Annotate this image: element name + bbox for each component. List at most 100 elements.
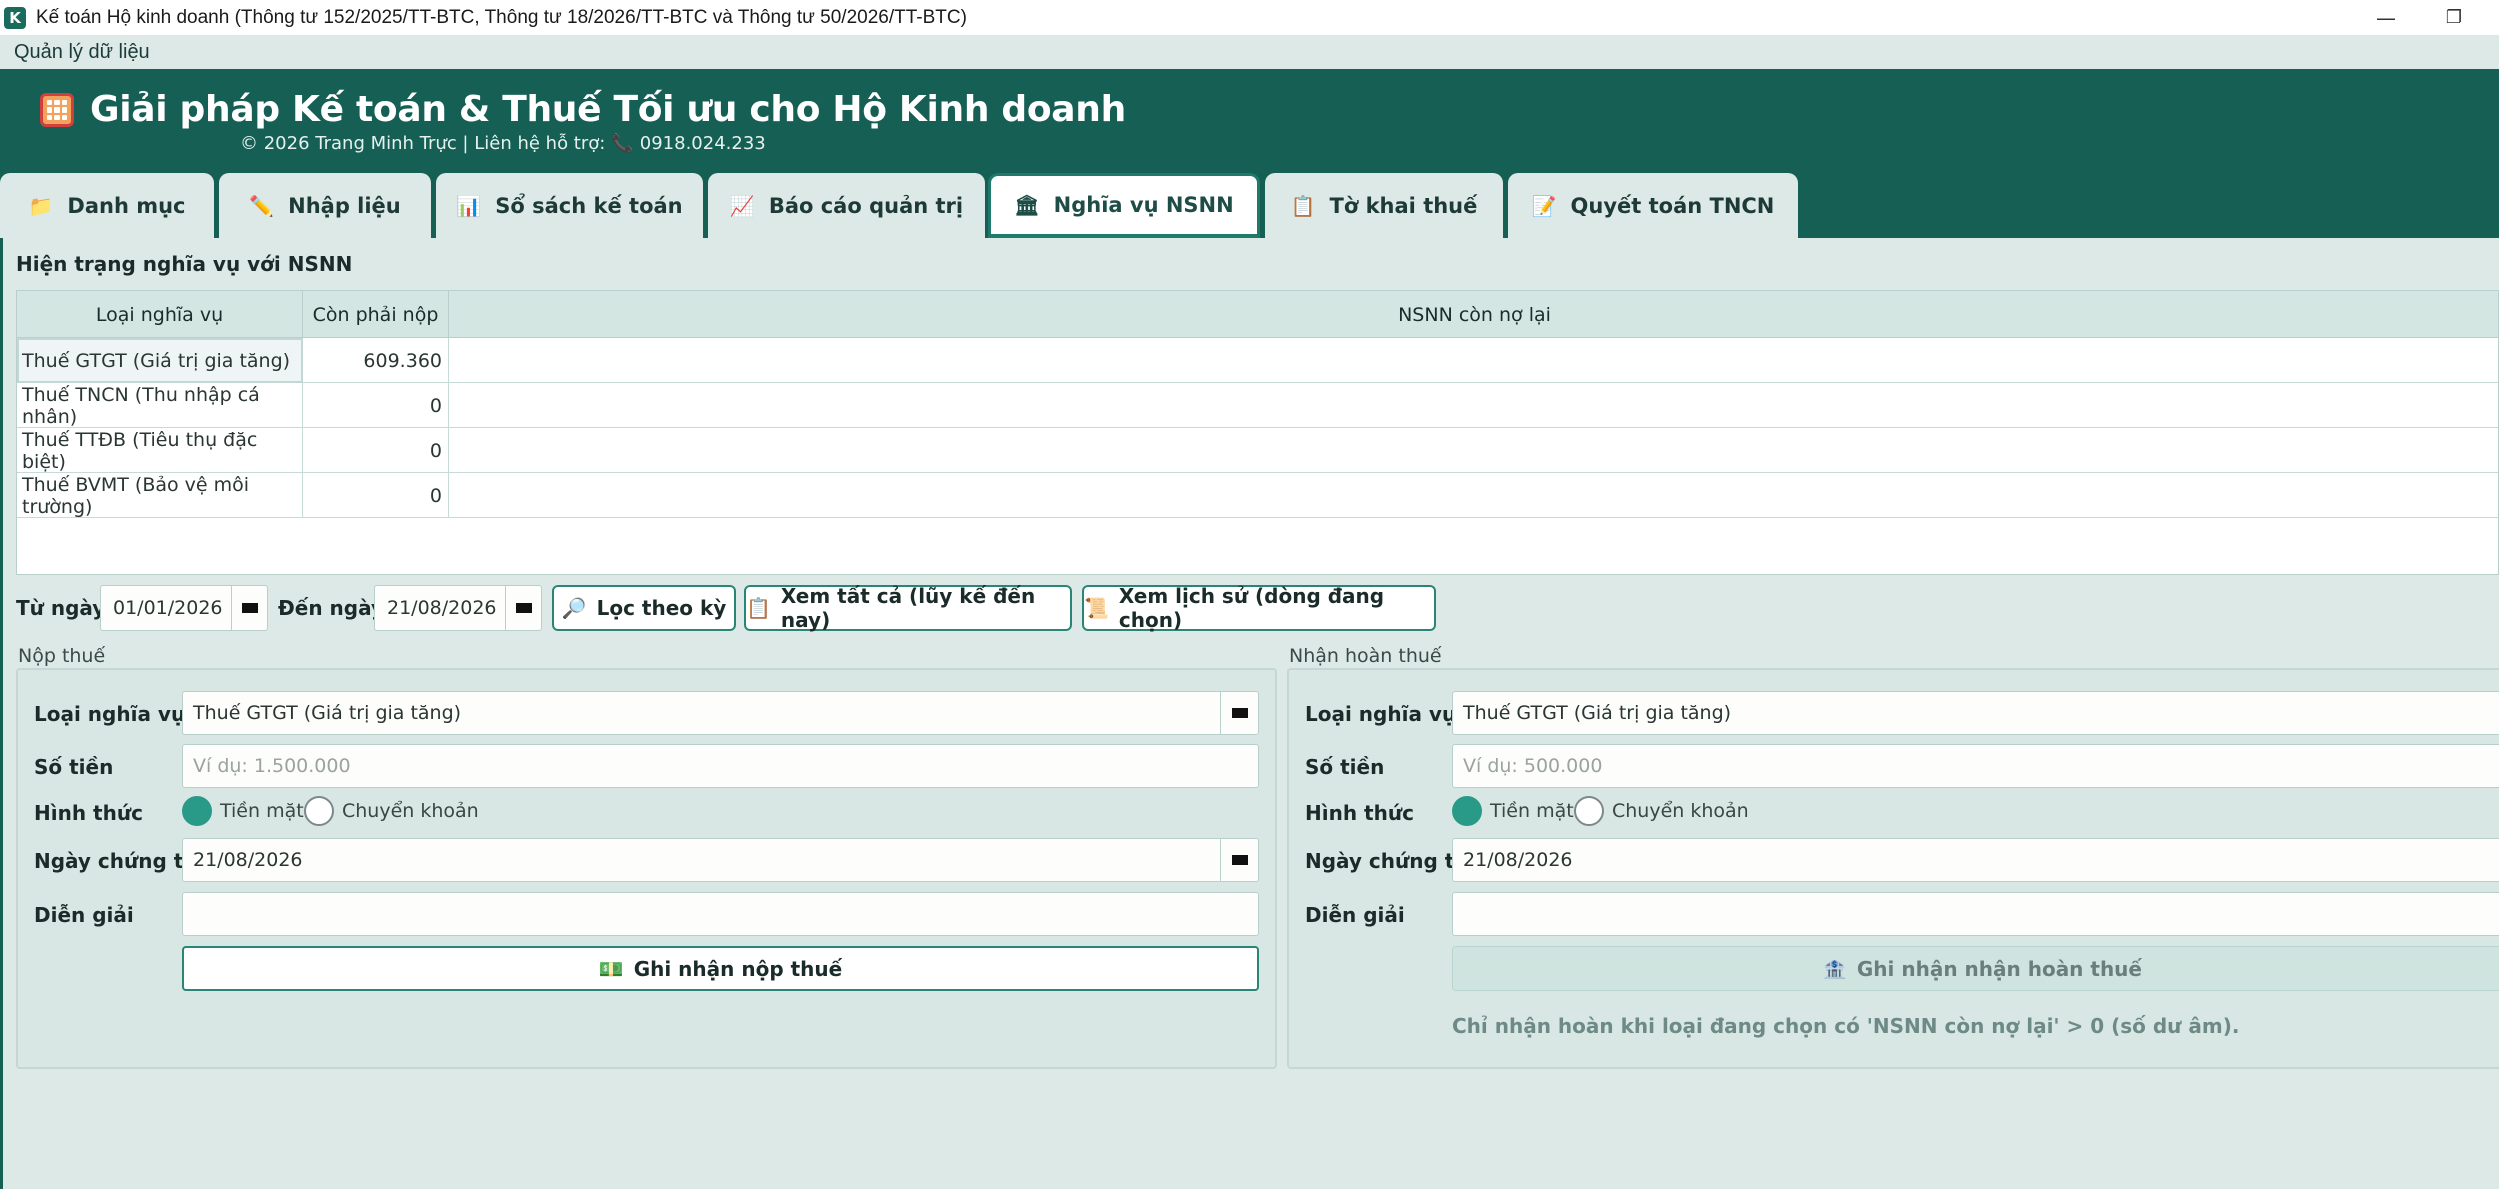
pay-type-select[interactable]: Thuế GTGT (Giá trị gia tăng)	[182, 691, 1259, 735]
column-header-type[interactable]: Loại nghĩa vụ	[17, 291, 303, 338]
radio-unselected-icon	[1574, 796, 1604, 826]
cell-type[interactable]: Thuế GTGT (Giá trị gia tăng)	[17, 338, 303, 383]
refund-amount-label: Số tiền	[1305, 755, 1385, 779]
clipboard-icon: 📋	[746, 596, 771, 620]
tab-label: Danh mục	[67, 193, 186, 218]
tab-nghia-vu-nsnn[interactable]: 🏛 Nghĩa vụ NSNN	[988, 173, 1260, 238]
refund-method-label: Hình thức	[1305, 801, 1414, 825]
refund-group: Loại nghĩa vụ Thuế GTGT (Giá trị gia tăn…	[1287, 668, 2499, 1069]
cell-payable[interactable]: 609.360	[303, 338, 449, 383]
refund-amount-placeholder: Ví dụ: 500.000	[1463, 755, 1603, 777]
refund-group-title: Nhận hoàn thuế	[1289, 645, 1442, 667]
bar-chart-icon: 📊	[456, 193, 482, 218]
tab-label: Nhập liệu	[288, 193, 401, 218]
money-icon: 💵	[598, 956, 624, 981]
refund-amount-input[interactable]: Ví dụ: 500.000	[1452, 744, 2499, 788]
cell-type[interactable]: Thuế TNCN (Thu nhập cá nhân)	[17, 383, 303, 428]
table-row[interactable]: Thuế TNCN (Thu nhập cá nhân) 0	[17, 383, 2498, 428]
banner-title: Giải pháp Kế toán & Thuế Tối ưu cho Hộ K…	[90, 89, 1126, 130]
radio-label: Tiền mặt	[1490, 800, 1574, 822]
tab-bao-cao-quan-tri[interactable]: 📈 Báo cáo quản trị	[708, 173, 985, 238]
cell-type[interactable]: Thuế TTĐB (Tiêu thụ đặc biệt)	[17, 428, 303, 473]
pay-amount-input[interactable]: Ví dụ: 1.500.000	[182, 744, 1259, 788]
restore-button[interactable]: ❐	[2424, 0, 2484, 35]
tab-label: Tờ khai thuế	[1329, 193, 1478, 218]
column-header-state-owes[interactable]: NSNN còn nợ lại	[449, 291, 2499, 338]
button-label: Ghi nhận nhận hoàn thuế	[1856, 956, 2142, 981]
cell-state-owes[interactable]	[449, 383, 2499, 428]
tab-to-khai-thue[interactable]: 📋 Tờ khai thuế	[1265, 173, 1503, 238]
radio-unselected-icon	[304, 796, 334, 826]
refund-type-select[interactable]: Thuế GTGT (Giá trị gia tăng)	[1452, 691, 2499, 735]
status-section-title: Hiện trạng nghĩa vụ với NSNN	[16, 252, 353, 276]
calendar-icon[interactable]	[231, 586, 267, 630]
tab-label: Quyết toán TNCN	[1570, 193, 1775, 218]
view-history-button[interactable]: 📜 Xem lịch sử (dòng đang chọn)	[1082, 584, 1436, 632]
record-refund-button[interactable]: 🏦 Ghi nhận nhận hoàn thuế	[1452, 946, 2499, 991]
content-left-border	[0, 238, 3, 1189]
obligation-status-table: Loại nghĩa vụ Còn phải nộp NSNN còn nợ l…	[16, 290, 2499, 575]
table-row[interactable]: Thuế BVMT (Bảo vệ môi trường) 0	[17, 473, 2498, 518]
refund-description-input[interactable]	[1452, 892, 2499, 936]
refund-date-value: 21/08/2026	[1463, 849, 1573, 871]
radio-selected-icon	[182, 796, 212, 826]
phone-icon: 📞	[611, 133, 634, 154]
abacus-icon	[40, 93, 74, 127]
button-label: Xem tất cả (lũy kế đến nay)	[780, 584, 1036, 632]
button-label: Ghi nhận nộp thuế	[633, 956, 843, 981]
tab-quyet-toan-tncn[interactable]: 📝 Quyết toán TNCN	[1508, 173, 1798, 238]
menu-data-management[interactable]: Quản lý dữ liệu	[14, 41, 150, 64]
window-title-bar: K Kế toán Hộ kinh doanh (Thông tư 152/20…	[0, 0, 2499, 35]
refund-transfer-radio[interactable]: Chuyển khoản	[1574, 796, 1749, 826]
dropdown-icon[interactable]	[1220, 692, 1258, 734]
pay-transfer-radio[interactable]: Chuyển khoản	[304, 796, 479, 826]
pay-date-picker[interactable]: 21/08/2026	[182, 838, 1259, 882]
calendar-icon[interactable]	[505, 586, 541, 630]
radio-label: Tiền mặt	[220, 800, 304, 822]
pay-type-value: Thuế GTGT (Giá trị gia tăng)	[193, 702, 462, 724]
refund-type-label: Loại nghĩa vụ	[1305, 702, 1457, 726]
pay-amount-placeholder: Ví dụ: 1.500.000	[193, 755, 351, 777]
refund-cash-radio[interactable]: Tiền mặt	[1452, 796, 1574, 826]
cell-state-owes[interactable]	[449, 428, 2499, 473]
window-title: Kế toán Hộ kinh doanh (Thông tư 152/2025…	[36, 6, 967, 28]
record-payment-button[interactable]: 💵 Ghi nhận nộp thuế	[182, 946, 1259, 991]
pay-amount-label: Số tiền	[34, 755, 114, 779]
refund-date-picker[interactable]: 21/08/2026	[1452, 838, 2499, 882]
pay-date-label: Ngày chứng từ	[34, 849, 198, 873]
tab-nhap-lieu[interactable]: ✏️ Nhập liệu	[219, 173, 431, 238]
tab-label: Nghĩa vụ NSNN	[1053, 193, 1234, 217]
to-date-value: 21/08/2026	[387, 597, 497, 619]
bank-icon: 🏦	[1821, 956, 1847, 981]
tab-so-sach-ke-toan[interactable]: 📊 Sổ sách kế toán	[436, 173, 703, 238]
refund-date-label: Ngày chứng từ	[1305, 849, 1469, 873]
button-label: Lọc theo kỳ	[596, 596, 727, 620]
table-row[interactable]: Thuế GTGT (Giá trị gia tăng) 609.360	[17, 338, 2498, 383]
minimize-button[interactable]: —	[2356, 0, 2416, 35]
cell-payable[interactable]: 0	[303, 383, 449, 428]
column-header-payable[interactable]: Còn phải nộp	[303, 291, 449, 338]
table-row[interactable]: Thuế TTĐB (Tiêu thụ đặc biệt) 0	[17, 428, 2498, 473]
calendar-icon[interactable]	[1220, 839, 1258, 881]
document-icon: 📝	[1531, 193, 1557, 218]
menu-bar: Quản lý dữ liệu	[0, 35, 2499, 69]
cell-state-owes[interactable]	[449, 473, 2499, 518]
cell-type[interactable]: Thuế BVMT (Bảo vệ môi trường)	[17, 473, 303, 518]
radio-selected-icon	[1452, 796, 1482, 826]
tab-label: Sổ sách kế toán	[495, 193, 683, 218]
view-all-button[interactable]: 📋 Xem tất cả (lũy kế đến nay)	[744, 584, 1072, 632]
pay-cash-radio[interactable]: Tiền mặt	[182, 796, 304, 826]
to-date-picker[interactable]: 21/08/2026	[374, 585, 542, 631]
line-chart-icon: 📈	[729, 193, 755, 218]
app-banner: Giải pháp Kế toán & Thuế Tối ưu cho Hộ K…	[0, 69, 2499, 173]
pencil-icon: ✏️	[249, 193, 275, 218]
from-date-label: Từ ngày	[16, 596, 106, 620]
filter-by-period-button[interactable]: 🔎 Lọc theo kỳ	[552, 585, 736, 631]
table-header: Loại nghĩa vụ Còn phải nộp NSNN còn nợ l…	[17, 291, 2498, 338]
pay-description-input[interactable]	[182, 892, 1259, 936]
cell-payable[interactable]: 0	[303, 473, 449, 518]
from-date-picker[interactable]: 01/01/2026	[100, 585, 268, 631]
tab-danh-muc[interactable]: 📁 Danh mục	[0, 173, 214, 238]
cell-payable[interactable]: 0	[303, 428, 449, 473]
cell-state-owes[interactable]	[449, 338, 2499, 383]
